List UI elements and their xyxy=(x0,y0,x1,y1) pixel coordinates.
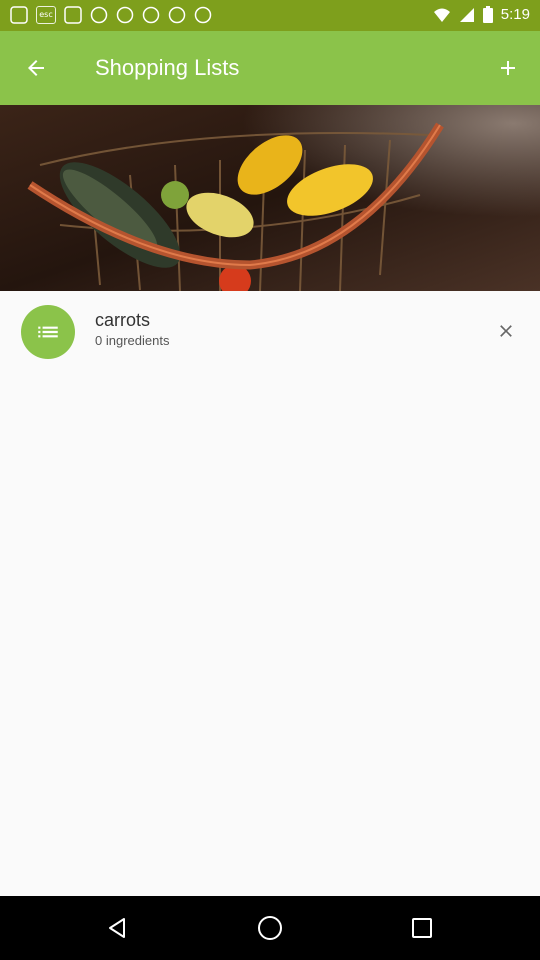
back-triangle-icon xyxy=(109,918,125,938)
vegetable-basket-image xyxy=(0,105,540,291)
add-list-button[interactable] xyxy=(484,44,532,92)
wifi-icon xyxy=(433,8,450,22)
notification-app-icon xyxy=(116,6,134,24)
notification-app-icon xyxy=(168,6,186,24)
nav-recents-button[interactable] xyxy=(402,908,442,948)
back-button[interactable] xyxy=(12,44,60,92)
app-toolbar: Shopping Lists xyxy=(0,31,540,105)
system-icons: 5:19 xyxy=(433,6,530,23)
notification-app-icon xyxy=(10,6,28,24)
list-icon xyxy=(38,326,58,338)
nav-home-button[interactable] xyxy=(250,908,290,948)
system-navigation-bar xyxy=(0,896,540,960)
notification-app-icon xyxy=(90,6,108,24)
home-circle-icon xyxy=(258,916,282,940)
esc-icon: esc xyxy=(36,6,56,24)
status-bar: esc 5:19 xyxy=(0,0,540,31)
status-time: 5:19 xyxy=(500,6,530,23)
page-title: Shopping Lists xyxy=(95,55,240,80)
plus-icon xyxy=(501,61,515,75)
list-name: carrots xyxy=(95,310,151,330)
recents-square-icon xyxy=(412,918,432,938)
signal-icon xyxy=(459,7,474,22)
arrow-back-icon xyxy=(28,60,44,76)
close-icon xyxy=(500,325,512,337)
delete-list-button[interactable] xyxy=(490,315,522,347)
nav-back-button[interactable] xyxy=(98,908,138,948)
list-item[interactable]: carrots 0 ingredients xyxy=(0,291,540,371)
ingredient-count: 0 ingredients xyxy=(95,333,170,348)
notification-app-icon xyxy=(142,6,160,24)
notification-app-icon xyxy=(194,6,212,24)
battery-icon xyxy=(482,6,493,23)
list-avatar xyxy=(21,305,75,359)
notification-icons: esc xyxy=(10,6,212,24)
notification-app-icon xyxy=(64,6,82,24)
